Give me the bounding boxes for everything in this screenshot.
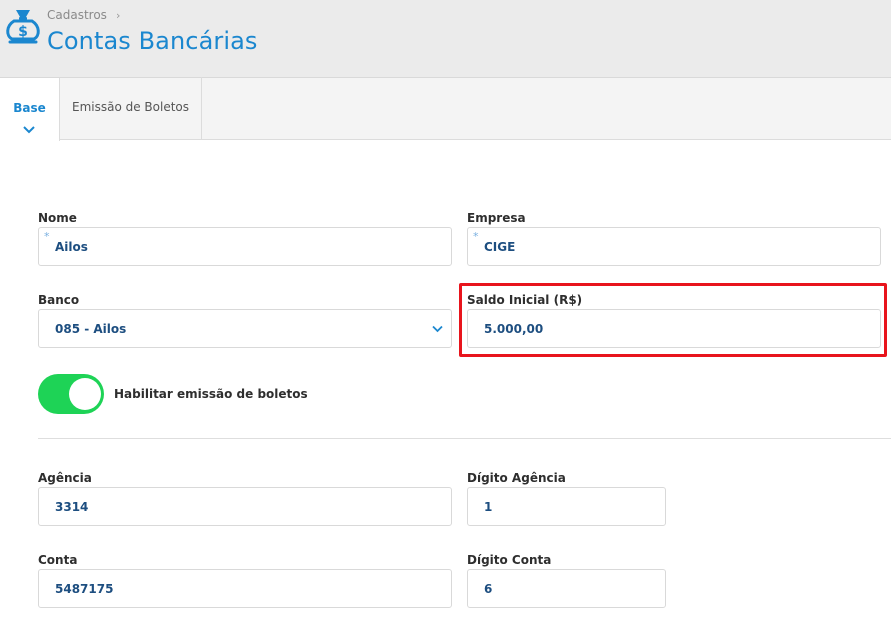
agencia-label: Agência — [38, 471, 92, 485]
tab-emissao-boletos[interactable]: Emissão de Boletos — [60, 77, 202, 140]
required-asterisk: * — [44, 230, 50, 243]
toggle-knob — [69, 378, 101, 410]
conta-input[interactable]: 5487175 — [38, 569, 452, 608]
agencia-input[interactable]: 3314 — [38, 487, 452, 526]
banco-select[interactable]: 085 - Ailos — [38, 309, 452, 348]
digito-agencia-value: 1 — [484, 499, 493, 514]
tab-base[interactable]: Base — [0, 77, 60, 141]
habilitar-boletos-toggle[interactable] — [38, 374, 104, 414]
digito-agencia-label: Dígito Agência — [467, 471, 566, 485]
section-divider — [38, 438, 891, 439]
highlight-box — [459, 283, 887, 357]
conta-label: Conta — [38, 553, 78, 567]
habilitar-boletos-label: Habilitar emissão de boletos — [114, 387, 308, 401]
digito-agencia-input[interactable]: 1 — [467, 487, 666, 526]
digito-conta-input[interactable]: 6 — [467, 569, 666, 608]
nome-value: Ailos — [55, 239, 88, 254]
agencia-value: 3314 — [55, 499, 89, 514]
tab-base-label: Base — [13, 101, 46, 115]
page-header: $ Cadastros › Contas Bancárias — [0, 0, 891, 78]
empresa-input[interactable]: * CIGE — [467, 227, 881, 266]
required-asterisk: * — [473, 230, 479, 243]
tab-emissao-boletos-label: Emissão de Boletos — [71, 100, 190, 114]
nome-input[interactable]: * Ailos — [38, 227, 452, 266]
page-title: Contas Bancárias — [47, 27, 258, 55]
money-bag-icon: $ — [6, 10, 40, 44]
chevron-down-icon — [432, 325, 443, 333]
breadcrumb-item-cadastros[interactable]: Cadastros — [47, 8, 107, 22]
chevron-down-icon — [23, 126, 35, 134]
conta-value: 5487175 — [55, 581, 114, 596]
digito-conta-value: 6 — [484, 581, 493, 596]
chevron-right-icon: › — [115, 8, 121, 22]
banco-value: 085 - Ailos — [55, 321, 127, 336]
breadcrumb: Cadastros › — [47, 8, 120, 22]
nome-label: Nome — [38, 211, 77, 225]
svg-text:$: $ — [18, 24, 28, 40]
empresa-value: CIGE — [484, 239, 516, 254]
empresa-label: Empresa — [467, 211, 526, 225]
banco-label: Banco — [38, 293, 80, 307]
tab-bar: Base Emissão de Boletos — [0, 77, 891, 141]
digito-conta-label: Dígito Conta — [467, 553, 552, 567]
